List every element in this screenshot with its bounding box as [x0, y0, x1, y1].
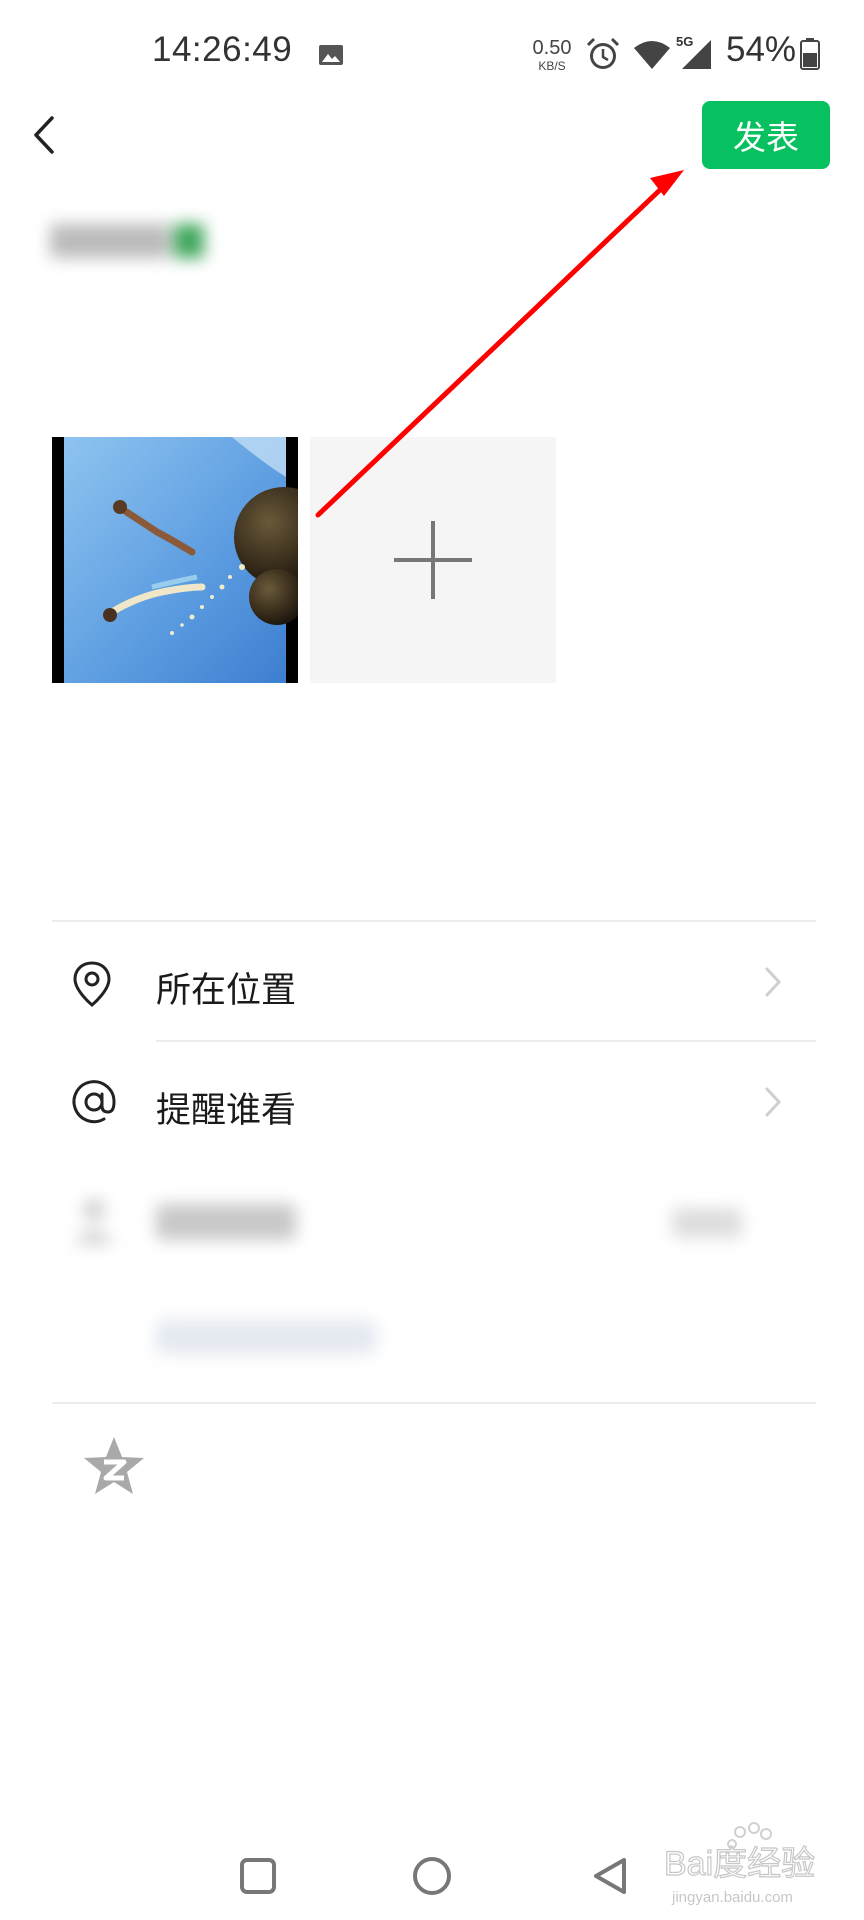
- network-speed: 0.50 KB/S: [532, 38, 572, 72]
- back-triangle-icon[interactable]: [580, 1846, 640, 1906]
- mention-row[interactable]: 提醒谁看: [52, 1042, 816, 1160]
- recents-square-icon[interactable]: [228, 1846, 288, 1906]
- visibility-row[interactable]: [52, 1160, 816, 1280]
- at-sign-icon: [72, 1080, 116, 1124]
- location-pin-icon: [73, 961, 111, 1007]
- photo-image: [52, 437, 298, 683]
- add-photo-button[interactable]: [310, 437, 556, 683]
- chevron-right-icon: [765, 967, 782, 997]
- chevron-right-icon: [765, 1087, 782, 1117]
- baidu-jingyan-watermark: Bai度经验 jingyan.baidu.com: [662, 1820, 852, 1910]
- mention-label: 提醒谁看: [156, 1091, 297, 1130]
- publish-button[interactable]: 发表: [702, 101, 830, 169]
- back-chevron-icon[interactable]: [22, 112, 68, 158]
- watermark-logo: Bai度经验 jingyan.baidu.com: [663, 1822, 816, 1906]
- wifi-icon: [634, 41, 670, 69]
- plus-icon: [394, 521, 472, 599]
- status-time: 14:26:49: [152, 30, 293, 69]
- visibility-label: [156, 1204, 296, 1240]
- post-text-input[interactable]: [50, 218, 214, 268]
- image-notification-icon: [319, 45, 343, 65]
- cellular-signal-icon: [682, 40, 711, 69]
- photo-thumbnail[interactable]: [52, 437, 298, 683]
- person-icon: [74, 1199, 114, 1244]
- battery-icon: [800, 38, 820, 70]
- battery-percent: 54%: [726, 30, 797, 69]
- home-circle-icon[interactable]: [402, 1846, 462, 1906]
- visibility-value: [672, 1208, 742, 1238]
- blurred-subitem: [156, 1320, 376, 1354]
- alarm-icon: [586, 37, 620, 69]
- network-speed-unit: KB/S: [538, 59, 566, 73]
- svg-text:Bai度经验: Bai度经验: [664, 1845, 815, 1883]
- network-speed-value: 0.50: [532, 37, 572, 59]
- location-row[interactable]: 所在位置: [52, 922, 816, 1040]
- location-label: 所在位置: [156, 971, 297, 1010]
- qzone-star-icon[interactable]: [82, 1434, 146, 1498]
- svg-text:jingyan.baidu.com: jingyan.baidu.com: [671, 1889, 793, 1906]
- section-divider: [52, 1402, 816, 1404]
